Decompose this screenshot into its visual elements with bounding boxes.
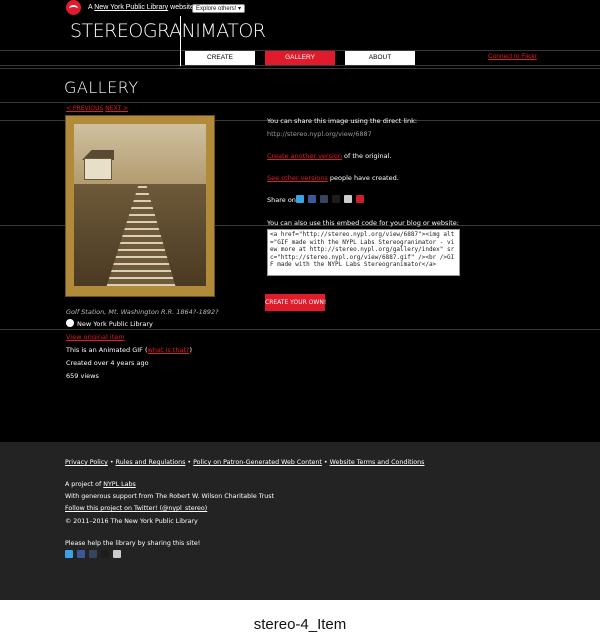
nypl-labs-link[interactable]: NYPL Labs [103, 481, 136, 488]
animated-gif-note: This is an Animated GIF (what is that?) [66, 346, 192, 354]
divider [0, 102, 600, 103]
digg-icon[interactable] [101, 550, 109, 558]
stereogranimator-logo[interactable]: STEREOGRANIMATOR [70, 20, 266, 42]
top-suffix: website [170, 4, 194, 11]
digg-icon[interactable] [332, 195, 340, 203]
embed-label: You can also use this embed code for you… [267, 219, 459, 227]
tumblr-icon[interactable] [89, 550, 97, 558]
footer-policy-links: Privacy Policy • Rules and Regulations •… [65, 459, 424, 466]
facebook-icon[interactable] [77, 550, 85, 558]
next-link[interactable]: NEXT > [105, 105, 128, 112]
twitter-icon[interactable] [65, 550, 73, 558]
divider [0, 68, 600, 69]
email-icon[interactable] [113, 550, 121, 558]
footer-share-icons [65, 550, 121, 558]
privacy-policy-link[interactable]: Privacy Policy [65, 459, 108, 466]
nypl-top-bar: A New York Public Library website Explor… [0, 0, 600, 16]
see-other-suffix: people have created. [327, 174, 399, 182]
main-content: STEREOGRANIMATOR CREATE GALLERY ABOUT Co… [0, 16, 600, 442]
photo-caption-band [66, 286, 214, 296]
view-original-link[interactable]: View original item [66, 333, 125, 341]
logo-divider [180, 16, 181, 66]
view-count: 659 views [66, 372, 99, 380]
terms-link[interactable]: Website Terms and Conditions [330, 459, 425, 466]
support-text: With generous support from The Robert W.… [65, 493, 275, 500]
twitter-follow-link[interactable]: Follow this project on Twitter! (@nypl_s… [65, 505, 207, 512]
create-your-own-button[interactable]: CREATE YOUR OWN! [265, 294, 326, 311]
top-prefix: A [88, 4, 93, 11]
project-of: A project of NYPL Labs [65, 481, 136, 488]
copyright: © 2011–2016 The New York Public Library [65, 518, 198, 525]
nypl-lion-icon [66, 319, 74, 327]
animated-prefix: This is an Animated GIF ( [66, 346, 148, 354]
nav-gallery-button[interactable]: GALLERY [265, 51, 335, 65]
twitter-follow-row: Follow this project on Twitter! (@nypl_s… [65, 505, 207, 512]
share-on-label: Share on: [267, 196, 299, 204]
what-is-that-link[interactable]: what is that? [148, 346, 190, 354]
nypl-website-link[interactable]: New York Public Library [94, 4, 168, 11]
direct-link-url[interactable]: http://stereo.nypl.org/view/6887 [267, 130, 372, 138]
item-library: New York Public Library [66, 319, 153, 328]
divider [0, 65, 600, 66]
item-title: Golf Station, Mt. Washington R.R. 1864?-… [66, 308, 219, 316]
share-icons [296, 195, 364, 203]
animated-suffix: ) [189, 346, 192, 354]
help-text: Please help the library by sharing this … [65, 540, 201, 547]
stereograph-image[interactable] [65, 115, 215, 297]
nav-create-button[interactable]: CREATE [185, 51, 255, 65]
page-title: GALLERY [64, 78, 139, 97]
nypl-site-text: A New York Public Library website [88, 4, 194, 11]
separator: • [185, 459, 194, 466]
separator: • [321, 459, 330, 466]
facebook-icon[interactable] [308, 195, 316, 203]
library-name: New York Public Library [77, 320, 153, 328]
create-another-row: Create another version of the original. [267, 152, 391, 160]
connect-flickr-link[interactable]: Connect to Flickr [488, 53, 537, 60]
pinterest-icon[interactable] [356, 195, 364, 203]
screenshot-caption: stereo-4_Item [253, 616, 347, 633]
see-other-row: See other versions people have created. [267, 174, 399, 182]
explore-others-select[interactable]: Explore others! ▾ [192, 4, 246, 13]
created-date: Created over 4 years ago [66, 359, 149, 367]
project-prefix: A project of [65, 481, 104, 488]
rules-link[interactable]: Rules and Regulations [116, 459, 186, 466]
photo-house [84, 158, 112, 180]
divider [0, 329, 600, 330]
separator: • [107, 459, 116, 466]
tumblr-icon[interactable] [320, 195, 328, 203]
see-other-versions-link[interactable]: See other versions [267, 174, 328, 182]
email-icon[interactable] [344, 195, 352, 203]
direct-link-label: You can share this image using the direc… [267, 117, 418, 125]
pagination: < PREVIOUS NEXT > [66, 105, 128, 112]
create-another-link[interactable]: Create another version [267, 152, 342, 160]
previous-link[interactable]: < PREVIOUS [66, 105, 103, 112]
twitter-icon[interactable] [296, 195, 304, 203]
nav-about-button[interactable]: ABOUT [345, 51, 415, 65]
footer: Privacy Policy • Rules and Regulations •… [0, 442, 600, 600]
create-another-suffix: of the original. [341, 152, 392, 160]
embed-code-textarea[interactable]: <a href="http://stereo.nypl.org/view/688… [267, 229, 460, 276]
patron-policy-link[interactable]: Policy on Patron-Generated Web Content [193, 459, 322, 466]
nypl-lion-icon[interactable] [66, 0, 81, 15]
view-original-row: View original item [66, 333, 125, 341]
